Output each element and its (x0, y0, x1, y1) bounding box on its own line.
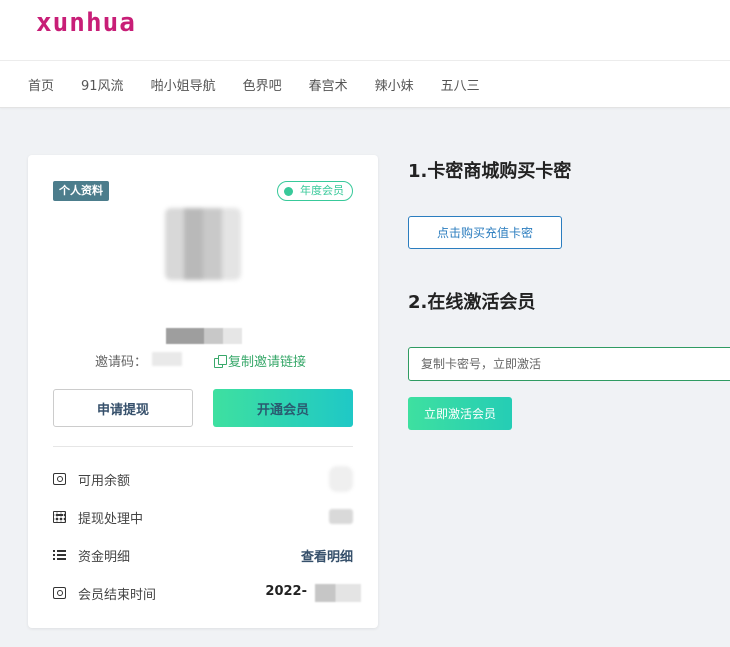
stat-expire: 会员结束时间 2022- (53, 584, 361, 604)
username-redacted (166, 328, 242, 344)
nav-item-paxiaojie[interactable]: 啪小姐导航 (151, 75, 216, 94)
expire-value: 2022- (265, 584, 307, 599)
calculator-icon (53, 511, 66, 523)
buy-card-button[interactable]: 点击购买充值卡密 (408, 216, 562, 249)
nav-item-sejieba[interactable]: 色界吧 (243, 75, 282, 94)
expire-label: 会员结束时间 (78, 588, 157, 603)
avatar (165, 208, 241, 280)
details-label: 资金明细 (78, 550, 131, 565)
member-badge-label: 年度会员 (300, 184, 344, 197)
invite-code-label: 邀请码： (95, 355, 148, 370)
nav-item-chungongshu[interactable]: 春宫术 (309, 75, 348, 94)
stat-details: 资金明细 查看明细 (53, 546, 353, 566)
stat-balance: 可用余额 (53, 466, 353, 492)
stat-processing: 提现处理中 (53, 508, 353, 528)
step2-title: 2.在线激活会员 (408, 292, 536, 313)
main-nav: 首页 91风流 啪小姐导航 色界吧 春宫术 辣小妹 五八三 (28, 75, 507, 94)
member-status-badge: 年度会员 (277, 181, 353, 201)
profile-tag: 个人资料 (53, 181, 109, 201)
money-icon (53, 473, 66, 485)
nav-item-91fengliu[interactable]: 91风流 (81, 75, 124, 94)
nav-item-laxiaomei[interactable]: 辣小妹 (375, 75, 414, 94)
copy-invite-link-label: 复制邀请链接 (228, 355, 307, 370)
processing-value-redacted (329, 509, 353, 524)
card-code-input[interactable] (408, 347, 730, 381)
withdraw-button[interactable]: 申请提现 (53, 389, 193, 427)
step1-title: 1.卡密商城购买卡密 (408, 161, 572, 182)
invite-code-redacted (152, 352, 182, 366)
card-divider (53, 446, 353, 447)
profile-card: 个人资料 年度会员 邀请码： 复制邀请链接 申请提现 开通会员 可用余额 提现处… (28, 155, 378, 628)
processing-label: 提现处理中 (78, 512, 144, 527)
expire-date-redacted (315, 584, 361, 602)
balance-value-redacted (329, 466, 353, 492)
copy-invite-link[interactable]: 复制邀请链接 (214, 351, 306, 370)
open-member-button[interactable]: 开通会员 (213, 389, 353, 427)
money-icon (53, 587, 66, 599)
view-details-link[interactable]: 查看明细 (301, 546, 353, 565)
nav-item-home[interactable]: 首页 (28, 75, 54, 94)
site-header: xunhua 首页 91风流 啪小姐导航 色界吧 春宫术 辣小妹 五八三 (0, 0, 730, 108)
site-logo[interactable]: xunhua (36, 8, 136, 38)
copy-icon (214, 354, 227, 368)
balance-label: 可用余额 (78, 474, 131, 489)
nav-item-wubasan[interactable]: 五八三 (441, 75, 480, 94)
activate-member-button[interactable]: 立即激活会员 (408, 397, 512, 430)
header-divider (0, 60, 730, 61)
status-dot-icon (284, 186, 293, 196)
list-icon (53, 549, 66, 561)
invite-row: 邀请码： 复制邀请链接 (28, 351, 378, 370)
